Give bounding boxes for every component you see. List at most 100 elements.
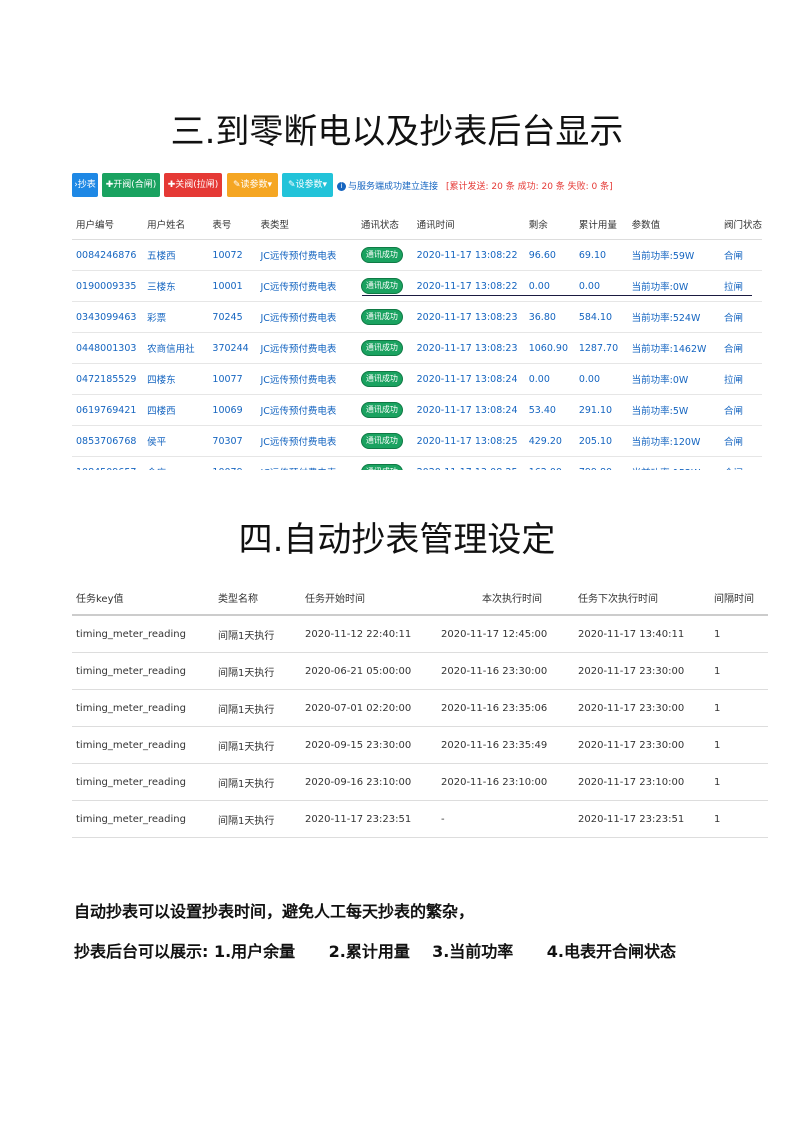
table-row[interactable]: timing_meter_reading 间隔1天执行 2020-11-17 23:…	[72, 800, 768, 838]
table-cell: 799.80	[574, 456, 628, 470]
table-cell: 当前功率:1462W	[627, 332, 720, 364]
close-valve-button[interactable]: ✚关阀(拉闸)	[164, 173, 222, 197]
column-header[interactable]: 本次执行时间	[437, 580, 574, 616]
column-header[interactable]: 任务key值	[72, 580, 214, 616]
edit-icon: ✎	[287, 180, 296, 190]
table-cell: 1	[710, 726, 768, 764]
open-valve-button[interactable]: ✚开阀(合闸)	[102, 173, 160, 197]
table-cell: 通讯成功	[356, 270, 413, 302]
table-row[interactable]: 0853706768 侯平 70307 JC远传预付费电表 通讯成功 2020-11-17…	[72, 425, 762, 457]
column-header[interactable]: 参数值	[627, 209, 720, 240]
table-cell: JC远传预付费电表	[256, 456, 357, 470]
column-header[interactable]: 类型名称	[214, 580, 301, 616]
table-cell: 通讯成功	[356, 456, 413, 470]
column-header[interactable]: 表类型	[256, 209, 357, 240]
table-cell: 拉闸	[719, 363, 762, 395]
table-cell: 当前功率:5W	[627, 394, 720, 426]
column-header[interactable]: 剩余	[524, 209, 575, 240]
table-row[interactable]: 0190009335 三楼东 10001 JC远传预付费电表 通讯成功 2020-11-1…	[72, 270, 762, 302]
column-header[interactable]: 表号	[208, 209, 257, 240]
table-row[interactable]: timing_meter_reading 间隔1天执行 2020-09-15 23:…	[72, 726, 768, 764]
table-cell: 1	[710, 615, 768, 653]
send-summary: [累计发送: 20 条 成功: 20 条 失败: 0 条]	[446, 182, 613, 192]
column-header[interactable]: 间隔时间	[710, 580, 768, 616]
column-header[interactable]: 用户编号	[72, 209, 144, 240]
section-heading-3: 三.到零断电以及抄表后台显示	[170, 112, 624, 152]
table-cell: 36.80	[524, 301, 575, 333]
status-badge: 通讯成功	[360, 371, 403, 387]
table-cell: 2020-06-21 05:00:00	[301, 652, 437, 690]
edit-icon: ✎	[232, 180, 241, 190]
description-line-2: 抄表后台可以展示: 1.用户余量 2.累计用量 3.当前功率 4.电表开合闸状态	[74, 942, 676, 961]
table-cell: 0.00	[524, 363, 575, 395]
column-header[interactable]: 阀门状态	[719, 209, 762, 240]
table-row[interactable]: 0619769421 四楼西 10069 JC远传预付费电表 通讯成功 2020-11-1…	[72, 394, 762, 426]
table-cell: 205.10	[574, 425, 628, 457]
table-row[interactable]: 0472185529 四楼东 10077 JC远传预付费电表 通讯成功 2020-11-1…	[72, 363, 762, 395]
description-line-1: 自动抄表可以设置抄表时间，避免人工每天抄表的繁杂，	[74, 902, 475, 921]
table-row[interactable]: 0448001303 农商信用社 370244 JC远传预付费电表 通讯成功 2020-1…	[72, 332, 762, 364]
table-row[interactable]: 1084509657金店10079JC远传预付费电表通讯成功 2020-11-17…	[72, 456, 762, 470]
table-cell: 1	[710, 689, 768, 727]
table-cell: 10077	[208, 363, 257, 395]
table-cell: 2020-11-17 13:08:22	[412, 270, 525, 302]
table-cell: 2020-11-16 23:30:00	[437, 652, 574, 690]
table-cell: 五楼西	[143, 239, 209, 271]
table-cell: JC远传预付费电表	[256, 270, 357, 302]
table-cell: JC远传预付费电表	[256, 332, 357, 364]
table-cell: 2020-11-17 23:23:51	[574, 800, 710, 838]
table-cell: 合闸	[719, 394, 762, 426]
table-cell: 1	[710, 800, 768, 838]
table-cell: 合闸	[719, 239, 762, 271]
table-cell: 10001	[208, 270, 257, 302]
table-cell: 370244	[208, 332, 257, 364]
table-cell: JC远传预付费电表	[256, 363, 357, 395]
column-header[interactable]: 通讯时间	[412, 209, 525, 240]
table-cell: 162.00	[524, 456, 575, 470]
table-row[interactable]: 0084246876 五楼西 10072 JC远传预付费电表 通讯成功 2020-11-1…	[72, 239, 762, 271]
set-params-button[interactable]: ✎设参数▾	[282, 173, 333, 197]
table-cell: 当前功率:152W	[627, 456, 720, 470]
table-cell: 四楼东	[143, 363, 209, 395]
column-header[interactable]: 用户姓名	[143, 209, 209, 240]
table-cell: timing_meter_reading	[72, 763, 214, 801]
table-cell: 0190009335	[72, 270, 144, 302]
table-cell: 四楼西	[143, 394, 209, 426]
table-cell: 584.10	[574, 301, 628, 333]
column-header[interactable]: 任务下次执行时间	[574, 580, 710, 616]
table-cell: 291.10	[574, 394, 628, 426]
table-cell: 当前功率:59W	[627, 239, 720, 271]
table-cell: 2020-11-12 22:40:11	[301, 615, 437, 653]
table-cell: 合闸	[719, 425, 762, 457]
read-params-button[interactable]: ✎读参数▾	[227, 173, 278, 197]
table-row[interactable]: timing_meter_reading 间隔1天执行 2020-06-21 05:…	[72, 652, 768, 690]
table-cell: 2020-09-16 23:10:00	[301, 763, 437, 801]
task-table: 任务key值 类型名称 任务开始时间 本次执行时间 任务下次执行时间 间隔时间 …	[72, 580, 768, 838]
table-row[interactable]: timing_meter_reading 间隔1天执行 2020-09-16 23:…	[72, 763, 768, 801]
table-cell: 农商信用社	[143, 332, 209, 364]
table-row[interactable]: 0343099463 彩票 70245 JC远传预付费电表 通讯成功 2020-11-17…	[72, 301, 762, 333]
table-cell: timing_meter_reading	[72, 615, 214, 653]
table-cell: 1060.90	[524, 332, 575, 364]
table-cell: 10069	[208, 394, 257, 426]
table-cell: 10079	[208, 456, 257, 470]
table-cell: 拉闸	[719, 270, 762, 302]
column-header[interactable]: 通讯状态	[356, 209, 413, 240]
table-row[interactable]: timing_meter_reading 间隔1天执行 2020-11-12 22:…	[72, 615, 768, 653]
table-cell: 2020-11-17 13:08:25	[412, 425, 525, 457]
table-cell: 金店	[143, 456, 209, 470]
column-header[interactable]: 累计用量	[574, 209, 628, 240]
table-cell: -	[437, 800, 574, 838]
table-cell: JC远传预付费电表	[256, 239, 357, 271]
info-icon: i	[337, 182, 346, 191]
table-cell: 通讯成功	[356, 301, 413, 333]
table-cell: 0619769421	[72, 394, 144, 426]
table-cell: 彩票	[143, 301, 209, 333]
column-header[interactable]: 任务开始时间	[301, 580, 437, 616]
table-row[interactable]: timing_meter_reading 间隔1天执行 2020-07-01 02:…	[72, 689, 768, 727]
table-cell: 0472185529	[72, 363, 144, 395]
table-cell: 96.60	[524, 239, 575, 271]
read-meter-button[interactable]: ›抄表	[72, 173, 98, 197]
status-badge: 通讯成功	[360, 340, 403, 356]
table-cell: 70245	[208, 301, 257, 333]
